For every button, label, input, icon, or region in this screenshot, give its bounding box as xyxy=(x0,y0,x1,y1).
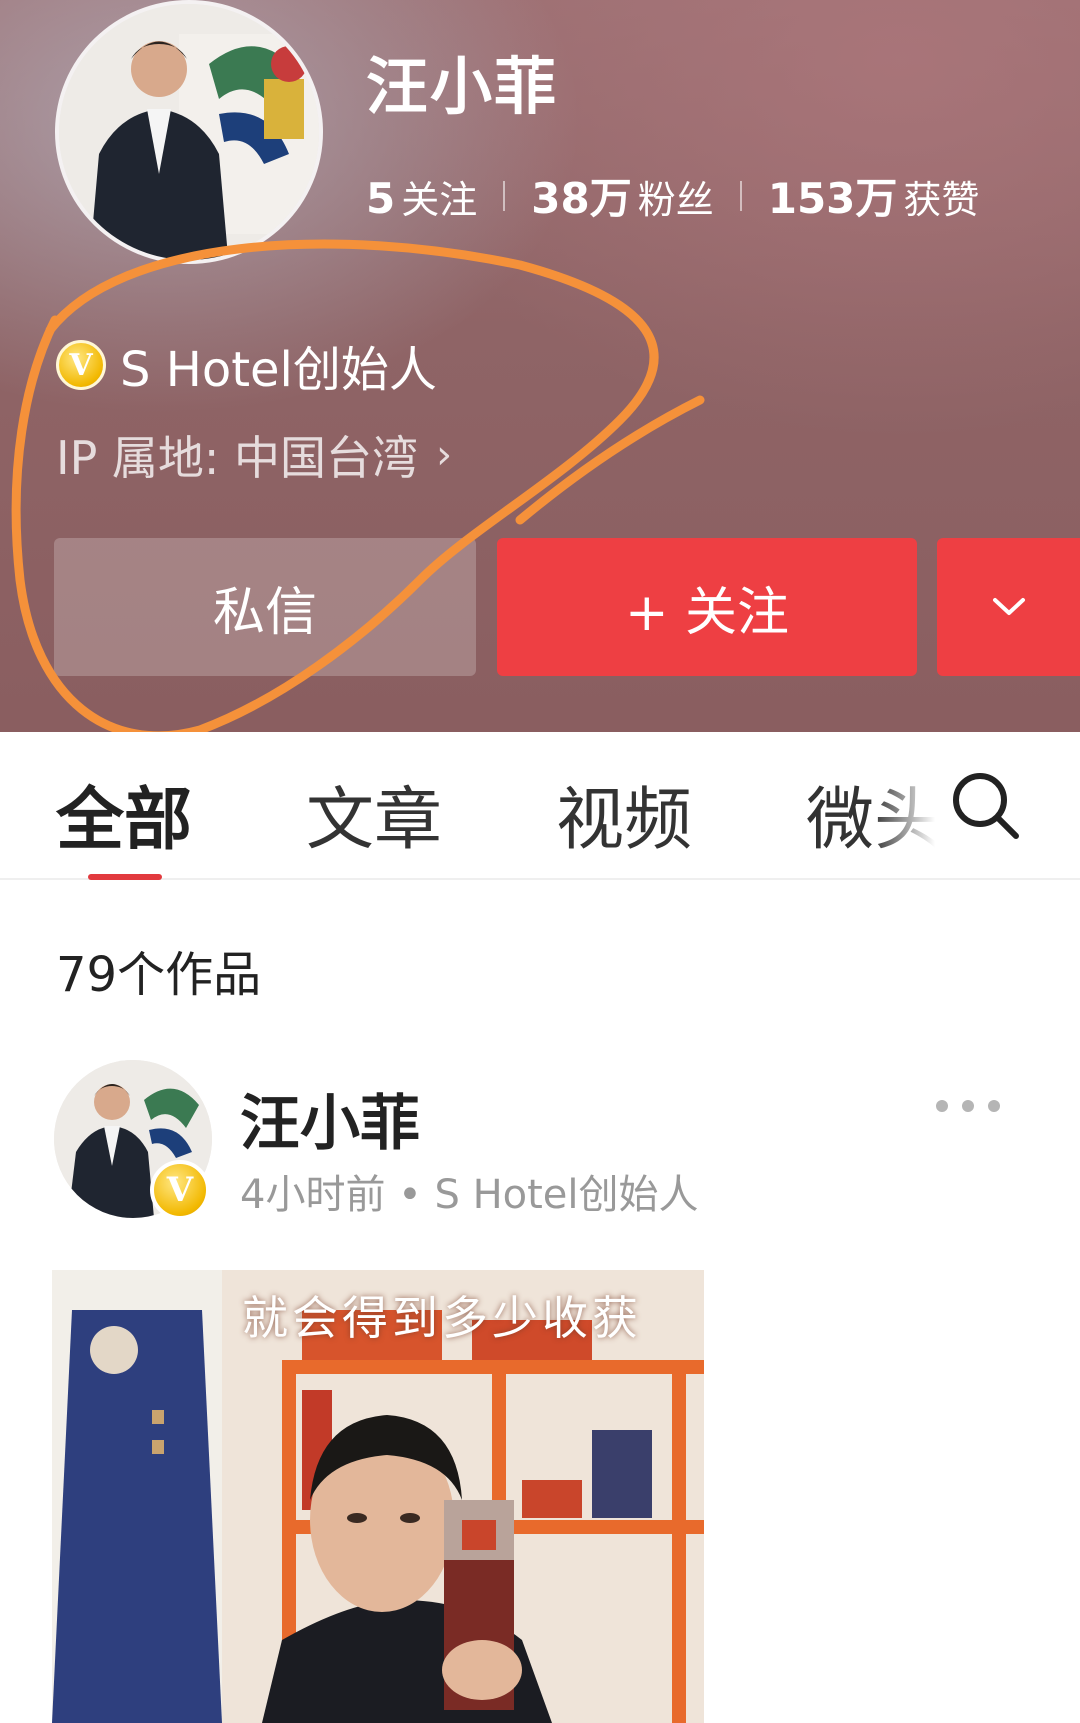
dot xyxy=(936,1100,948,1112)
content-tabs: 全部 文章 视频 微头 xyxy=(0,732,1080,880)
ip-location-row[interactable]: IP 属地: 中国台湾 › xyxy=(56,422,452,488)
follow-button-label: + 关注 xyxy=(624,582,790,643)
ip-location-text: IP 属地: 中国台湾 xyxy=(56,431,419,485)
video-caption: 就会得到多少收获 xyxy=(242,1291,642,1345)
tab-all[interactable]: 全部 xyxy=(56,764,192,863)
tab-videos[interactable]: 视频 xyxy=(556,764,692,863)
follow-button[interactable]: + 关注 xyxy=(497,538,917,676)
message-button[interactable]: 私信 xyxy=(54,538,476,676)
following-count[interactable]: 5 xyxy=(366,174,395,223)
likes-count: 153万 xyxy=(767,174,898,223)
likes-label: 获赞 xyxy=(903,178,980,222)
stats-divider xyxy=(739,180,742,211)
post-meta: 4小时前 • S Hotel创始人 xyxy=(240,1172,699,1218)
profile-header: 汪小菲 5 关注 38万 粉丝 153万 获赞 V S Hotel创始人 IP … xyxy=(0,0,1080,732)
active-tab-indicator xyxy=(88,874,162,880)
chevron-right-icon: › xyxy=(436,432,453,478)
works-count: 79个作品 xyxy=(56,947,262,1003)
dot xyxy=(988,1100,1000,1112)
verified-title-row: V S Hotel创始人 xyxy=(56,330,437,400)
followers-count[interactable]: 38万 xyxy=(531,165,631,226)
stats-divider xyxy=(503,180,506,211)
profile-name: 汪小菲 xyxy=(366,50,559,123)
chevron-down-icon xyxy=(992,598,1025,615)
verified-badge-icon: V xyxy=(150,1160,210,1220)
dot xyxy=(962,1100,974,1112)
avatar-photo xyxy=(59,4,319,260)
followers-label[interactable]: 粉丝 xyxy=(638,169,714,224)
search-icon[interactable] xyxy=(948,768,1022,842)
verified-title: S Hotel创始人 xyxy=(120,342,437,398)
more-dots-icon[interactable] xyxy=(936,1100,1000,1112)
verified-badge-icon: V xyxy=(56,340,106,390)
message-button-label: 私信 xyxy=(212,582,317,643)
tab-articles[interactable]: 文章 xyxy=(306,764,442,863)
post-video-thumbnail[interactable]: 就会得到多少收获 xyxy=(52,1270,704,1723)
post-author-name[interactable]: 汪小菲 xyxy=(240,1075,420,1162)
more-options-button[interactable] xyxy=(937,538,1080,676)
profile-stats: 5 关注 38万 粉丝 153万 获赞 xyxy=(366,165,979,226)
profile-avatar[interactable] xyxy=(55,0,323,264)
following-label[interactable]: 关注 xyxy=(401,169,477,224)
